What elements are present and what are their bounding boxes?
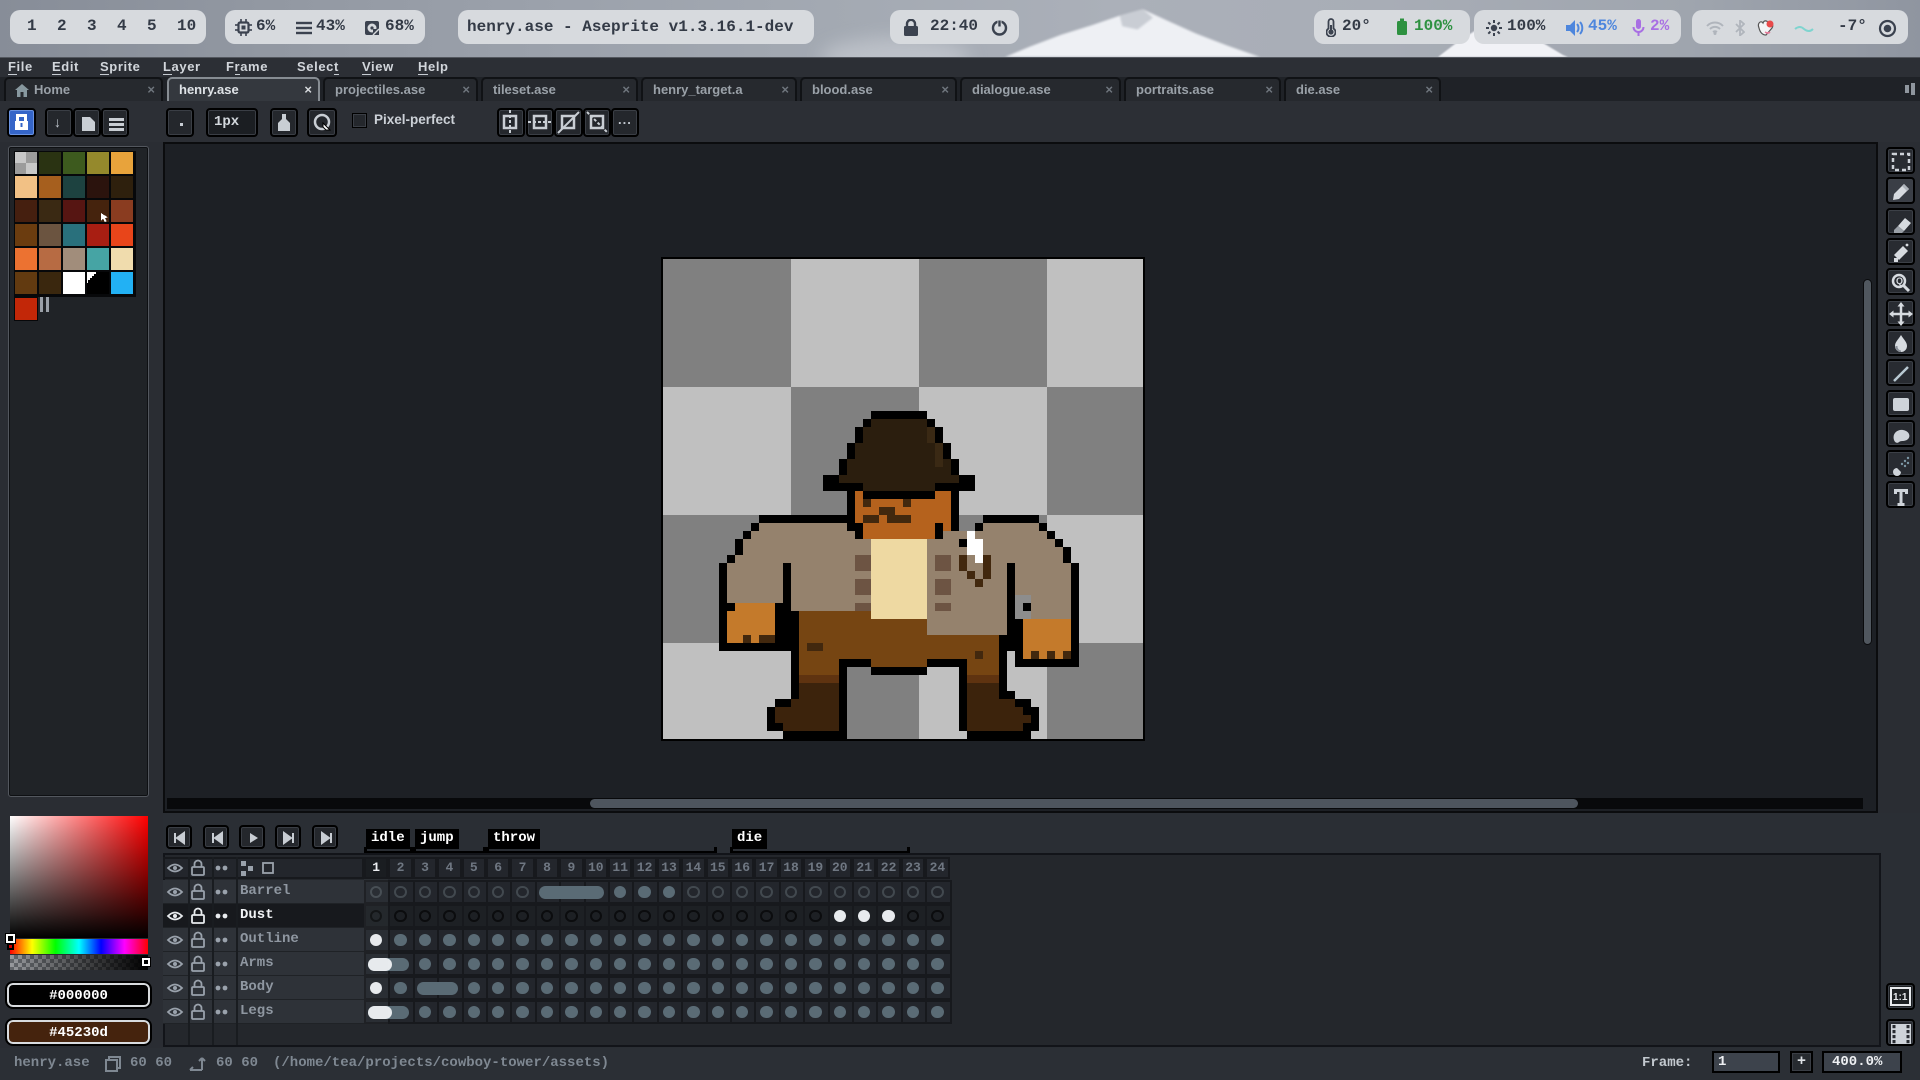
svg-text:Q: Q [1896,276,1903,286]
